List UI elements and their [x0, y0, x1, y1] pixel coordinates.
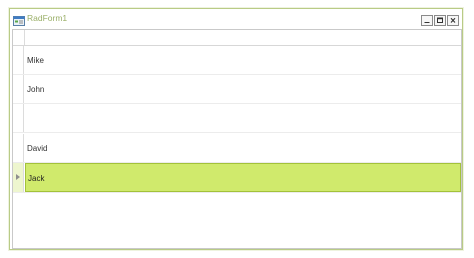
name-cell[interactable]: Mike — [25, 46, 461, 74]
table-row[interactable]: John — [13, 75, 461, 104]
minimize-button[interactable] — [421, 15, 433, 26]
window-title: RadForm1 — [27, 13, 68, 23]
current-row-arrow-icon — [16, 174, 20, 180]
row-indicator-cell[interactable] — [13, 46, 24, 74]
table-row[interactable]: Mike — [13, 46, 461, 75]
header-indicator-cell — [13, 30, 25, 45]
app-form-icon — [13, 12, 25, 26]
name-cell[interactable]: Jack — [25, 163, 461, 192]
rad-form-window: RadForm1 Mike John David Jack — [9, 8, 463, 250]
minimize-icon — [424, 22, 430, 23]
title-bar[interactable]: RadForm1 — [10, 9, 462, 29]
name-cell[interactable] — [25, 104, 461, 132]
grid-view[interactable]: Mike John David Jack — [12, 29, 462, 249]
table-row[interactable] — [13, 104, 461, 133]
close-button[interactable] — [447, 15, 459, 26]
row-indicator-cell[interactable] — [13, 163, 24, 192]
maximize-icon — [437, 17, 443, 23]
name-cell[interactable]: John — [25, 75, 461, 103]
grid-header-row[interactable] — [13, 30, 461, 46]
row-indicator-cell[interactable] — [13, 104, 24, 132]
table-row-selected[interactable]: Jack — [13, 163, 461, 193]
row-indicator-cell[interactable] — [13, 75, 24, 103]
maximize-button[interactable] — [434, 15, 446, 26]
name-cell[interactable]: David — [25, 134, 461, 162]
row-indicator-cell[interactable] — [13, 134, 24, 162]
table-row[interactable]: David — [13, 134, 461, 163]
close-icon — [450, 17, 456, 23]
